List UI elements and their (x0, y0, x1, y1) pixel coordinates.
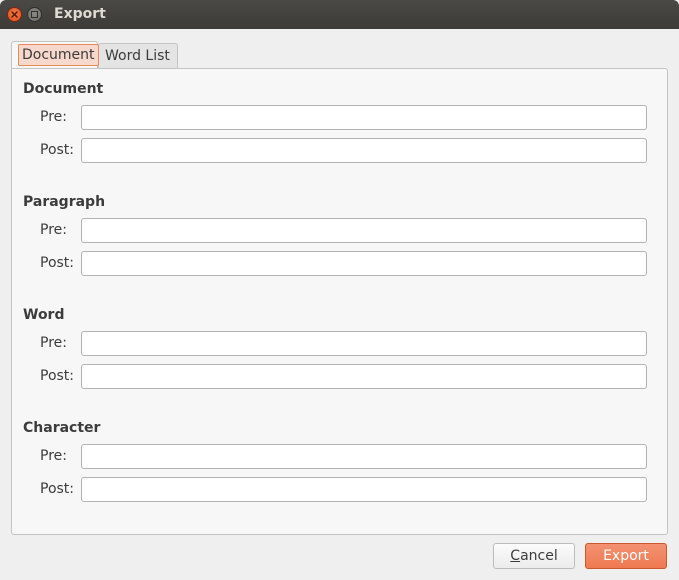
section-title-paragraph: Paragraph (23, 194, 106, 210)
section-title-character: Character (23, 420, 101, 436)
section-title-document: Document (23, 81, 104, 97)
section-title-word: Word (23, 307, 65, 323)
paragraph-post-label: Post: (40, 255, 75, 271)
maximize-window-button[interactable] (27, 7, 42, 22)
cancel-label: ancel (520, 548, 558, 564)
document-tab-panel: Document Pre: Post: Paragraph Pre: Post:… (11, 68, 668, 535)
cancel-mnemonic: C (510, 548, 521, 564)
word-post-label: Post: (40, 368, 75, 384)
title-bar: Export (0, 0, 679, 29)
tab-document-label: Document (18, 44, 99, 66)
export-button[interactable]: Export (585, 543, 667, 569)
window-title: Export (54, 6, 106, 22)
tab-document[interactable]: Document (11, 41, 99, 68)
close-window-button[interactable] (7, 7, 22, 22)
character-pre-label: Pre: (40, 448, 67, 464)
document-post-input[interactable] (81, 138, 647, 163)
close-icon (11, 11, 18, 18)
character-post-label: Post: (40, 481, 75, 497)
document-post-label: Post: (40, 142, 75, 158)
paragraph-pre-input[interactable] (81, 218, 647, 243)
character-pre-input[interactable] (81, 444, 647, 469)
maximize-icon (31, 11, 38, 18)
document-pre-input[interactable] (81, 105, 647, 130)
tab-word-list-label: Word List (105, 48, 170, 64)
paragraph-post-input[interactable] (81, 251, 647, 276)
document-pre-label: Pre: (40, 109, 67, 125)
word-pre-label: Pre: (40, 335, 67, 351)
tab-word-list[interactable]: Word List (98, 43, 178, 68)
word-post-input[interactable] (81, 364, 647, 389)
word-pre-input[interactable] (81, 331, 647, 356)
character-post-input[interactable] (81, 477, 647, 502)
paragraph-pre-label: Pre: (40, 222, 67, 238)
cancel-button[interactable]: Cancel (493, 543, 575, 569)
